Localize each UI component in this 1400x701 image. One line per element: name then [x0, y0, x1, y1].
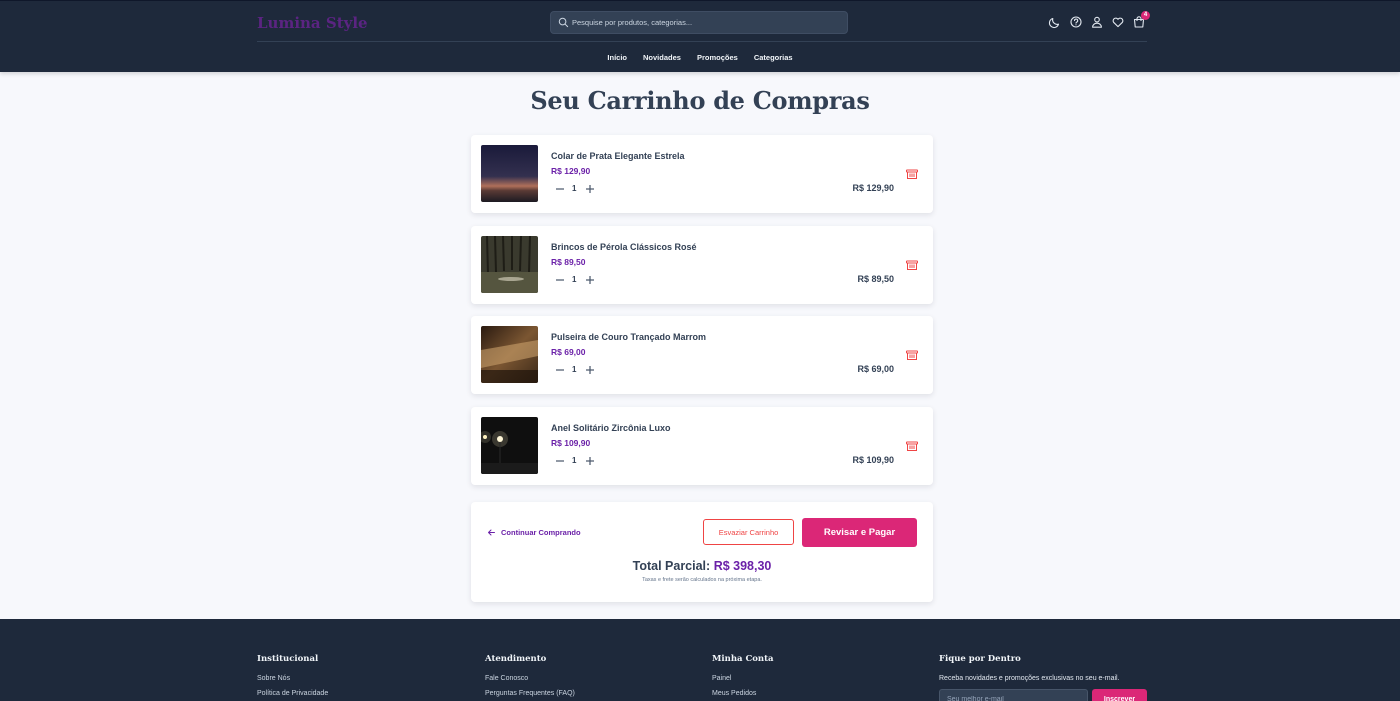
- footer-link[interactable]: Painel: [712, 675, 774, 682]
- heart-icon[interactable]: [1111, 15, 1125, 29]
- trash-icon[interactable]: [905, 439, 919, 453]
- unit-price: R$ 129,90: [551, 166, 591, 176]
- product-image[interactable]: [481, 145, 538, 202]
- quantity-value: 1: [572, 275, 577, 284]
- page-title: Seu Carrinho de Compras: [530, 86, 870, 115]
- arrow-left-icon: [488, 529, 495, 536]
- unit-price: R$ 69,00: [551, 347, 586, 357]
- subtotal-value: R$ 398,30: [713, 559, 772, 573]
- site-header: Lumina Style 4 Início Novidades Promoçõe…: [0, 0, 1400, 72]
- tax-note: Taxas e frete serão calculados na próxim…: [642, 577, 762, 583]
- checkout-button[interactable]: Revisar e Pagar: [802, 518, 917, 547]
- search-input[interactable]: [572, 12, 842, 33]
- nav-novidades[interactable]: Novidades: [643, 51, 681, 65]
- product-image[interactable]: [481, 417, 538, 474]
- newsletter-subscribe-button[interactable]: Inscrever: [1092, 689, 1147, 701]
- footer-link[interactable]: Meus Pedidos: [712, 690, 774, 697]
- trash-icon[interactable]: [905, 258, 919, 272]
- trash-icon[interactable]: [905, 167, 919, 181]
- continue-shopping-label: Continuar Comprando: [501, 528, 581, 537]
- item-total: R$ 109,90: [852, 455, 894, 465]
- footer-heading: Institucional: [257, 654, 319, 664]
- product-name[interactable]: Pulseira de Couro Trançado Marrom: [551, 332, 706, 342]
- minus-icon[interactable]: [554, 183, 566, 195]
- footer-link[interactable]: Perguntas Frequentes (FAQ): [485, 690, 575, 697]
- footer-heading: Minha Conta: [712, 654, 774, 664]
- user-icon[interactable]: [1090, 15, 1104, 29]
- header-divider: [257, 41, 1147, 42]
- quantity-value: 1: [572, 456, 577, 465]
- search-icon: [558, 17, 569, 28]
- subtotal: Total Parcial: R$ 398,30: [471, 559, 933, 573]
- footer-link[interactable]: Sobre Nós: [257, 675, 328, 682]
- item-total: R$ 89,50: [857, 274, 894, 284]
- main-nav: Início Novidades Promoções Categorias: [0, 51, 1400, 65]
- cart-item: Colar de Prata Elegante Estrela R$ 129,9…: [471, 135, 933, 213]
- logo[interactable]: Lumina Style: [257, 12, 368, 34]
- product-image[interactable]: [481, 236, 538, 293]
- trash-icon[interactable]: [905, 348, 919, 362]
- footer-column-institucional: Institucional Sobre Nós Política de Priv…: [257, 654, 328, 697]
- subtotal-label: Total Parcial:: [632, 559, 711, 573]
- cart-item: Anel Solitário Zircônia Luxo R$ 109,90 1…: [471, 407, 933, 485]
- product-image[interactable]: [481, 326, 538, 383]
- footer-link[interactable]: Fale Conosco: [485, 675, 575, 682]
- help-icon[interactable]: [1069, 15, 1083, 29]
- nav-promocoes[interactable]: Promoções: [697, 51, 738, 65]
- item-total: R$ 129,90: [852, 183, 894, 193]
- plus-icon[interactable]: [584, 274, 596, 286]
- clear-cart-button[interactable]: Esvaziar Carrinho: [703, 519, 794, 545]
- unit-price: R$ 109,90: [551, 438, 591, 448]
- minus-icon[interactable]: [554, 455, 566, 467]
- nav-inicio[interactable]: Início: [607, 51, 627, 65]
- cart-summary: Continuar Comprando Esvaziar Carrinho Re…: [471, 502, 933, 602]
- minus-icon[interactable]: [554, 274, 566, 286]
- footer-link[interactable]: Política de Privacidade: [257, 690, 328, 697]
- newsletter-email-input[interactable]: [939, 689, 1088, 701]
- plus-icon[interactable]: [584, 364, 596, 376]
- nav-categorias[interactable]: Categorias: [754, 51, 793, 65]
- footer-newsletter: Fique por Dentro Receba novidades e prom…: [939, 654, 1149, 701]
- product-name[interactable]: Brincos de Pérola Clássicos Rosé: [551, 242, 697, 252]
- continue-shopping-link[interactable]: Continuar Comprando: [487, 528, 581, 537]
- product-name[interactable]: Anel Solitário Zircônia Luxo: [551, 423, 671, 433]
- plus-icon[interactable]: [584, 455, 596, 467]
- site-footer: Institucional Sobre Nós Política de Priv…: [0, 619, 1400, 701]
- newsletter-text: Receba novidades e promoções exclusivas …: [939, 675, 1120, 682]
- quantity-value: 1: [572, 365, 577, 374]
- newsletter-heading: Fique por Dentro: [939, 654, 1021, 664]
- moon-icon[interactable]: [1048, 15, 1062, 29]
- footer-column-atendimento: Atendimento Fale Conosco Perguntas Frequ…: [485, 654, 575, 697]
- plus-icon[interactable]: [584, 183, 596, 195]
- footer-column-minha-conta: Minha Conta Painel Meus Pedidos: [712, 654, 774, 697]
- item-total: R$ 69,00: [857, 364, 894, 374]
- search-bar[interactable]: [550, 11, 848, 34]
- quantity-value: 1: [572, 184, 577, 193]
- footer-heading: Atendimento: [485, 654, 547, 664]
- cart-item: Pulseira de Couro Trançado Marrom R$ 69,…: [471, 316, 933, 394]
- product-name[interactable]: Colar de Prata Elegante Estrela: [551, 151, 685, 161]
- cart-count-badge: 4: [1141, 11, 1150, 20]
- minus-icon[interactable]: [554, 364, 566, 376]
- unit-price: R$ 89,50: [551, 257, 586, 267]
- cart-item: Brincos de Pérola Clássicos Rosé R$ 89,5…: [471, 226, 933, 304]
